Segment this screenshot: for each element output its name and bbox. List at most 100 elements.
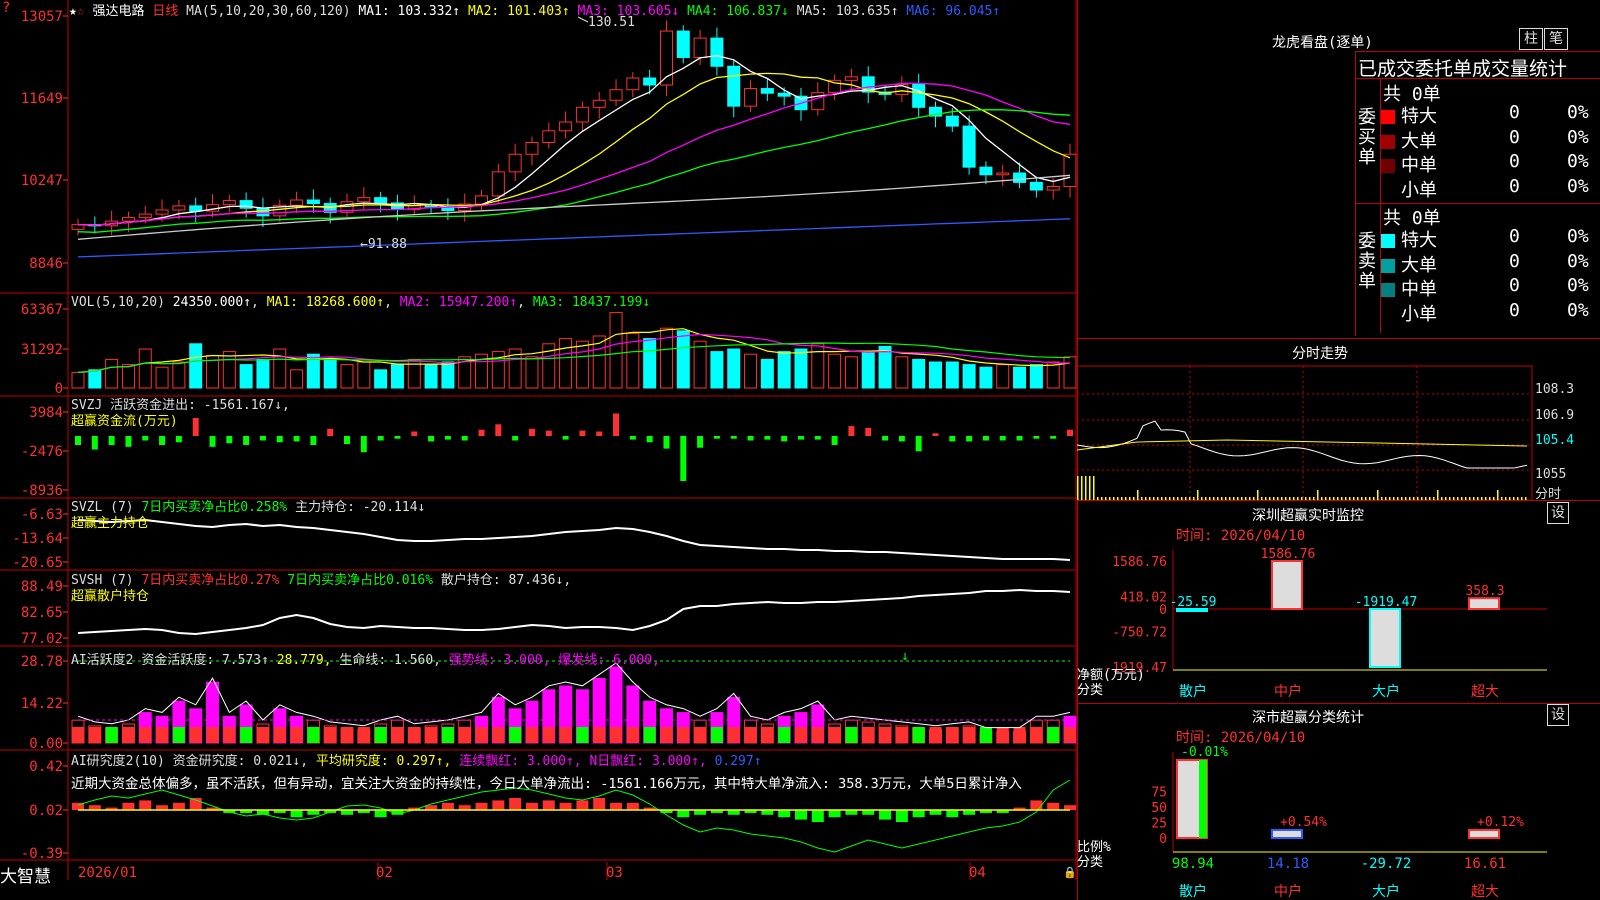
activity-base [509, 727, 522, 743]
candle [491, 171, 505, 197]
ma-spec: MA(5,10,20,30,60,120) [186, 4, 351, 19]
volume-bar [121, 364, 135, 389]
volume-bar [878, 345, 892, 389]
intraday-vol-bar [1497, 490, 1499, 500]
ai2-tick: 0.02 [29, 803, 63, 819]
research-bar [172, 802, 185, 810]
volume-bar [155, 366, 169, 389]
flow-bar [865, 427, 872, 436]
volume-bar [928, 361, 942, 389]
activity-base [979, 727, 992, 743]
class-top-label: +0.54% [1280, 815, 1327, 830]
order-count: 0 [1509, 151, 1520, 172]
activity-base [761, 727, 774, 743]
class-value-label: 14.18 [1267, 856, 1309, 872]
flow-bar [747, 436, 754, 441]
volume-bar [811, 343, 825, 389]
chart-area[interactable]: 13057 11649 10247 8846 63367 31292 0 3984 -2476 -… [0, 0, 1100, 900]
activity-base [156, 727, 169, 743]
intraday-vol-bar [1377, 490, 1379, 500]
candle [256, 207, 270, 217]
color-swatch-icon [1381, 258, 1395, 273]
ai2-legend: AI研究度2(10) 资金研究度: 0.021↓, 平均研究度: 0.297↑,… [71, 751, 1076, 795]
sz-class-settings-button[interactable]: 设 [1547, 704, 1569, 726]
dragon-title: 龙虎看盘(逐单) [1272, 35, 1373, 51]
ai2-tick: -0.39 [21, 846, 63, 862]
candle [592, 99, 606, 108]
svsh-tick: 82.65 [21, 605, 63, 621]
ma6-line [77, 218, 1071, 258]
flow-bar [243, 436, 250, 445]
svsh-tick: 77.02 [21, 631, 63, 647]
candle [727, 65, 741, 107]
ai2-tick: 0.42 [29, 759, 63, 775]
flow-bar [411, 431, 418, 436]
flow-bar [898, 436, 905, 442]
candle [357, 197, 371, 203]
activity-base [172, 727, 185, 743]
sz-class-chart[interactable]: 7550250 -0.01% 98.94 散户 +0.54% 14.18 中户 -29.72 大… [1077, 742, 1600, 900]
activity-base [879, 727, 892, 743]
sz-bar [1468, 597, 1500, 610]
candle [643, 77, 657, 86]
activity-base [139, 727, 152, 743]
brand-logo[interactable]: 大智慧 [0, 862, 51, 887]
order-row: 小单 0 0% [1381, 176, 1600, 202]
volume-bar [105, 358, 119, 389]
candle [121, 217, 135, 222]
activity-base [307, 727, 320, 743]
intraday-chart[interactable] [1077, 360, 1600, 500]
volume-bar [374, 369, 388, 389]
flow-bar [142, 436, 149, 441]
volume-bar [828, 353, 842, 389]
price-tick: 13057 [21, 9, 63, 25]
ai1-legend: AI活跃度2 资金活跃度: 7.573↑ 28.779, 生命线: 1.560,… [71, 653, 660, 668]
candle [979, 166, 993, 176]
activity-base [1064, 727, 1076, 743]
volume-bar [996, 364, 1010, 389]
period-label[interactable]: 日线 [152, 4, 178, 19]
buy-side-label: 委买单 [1358, 107, 1376, 168]
research-bar [1030, 800, 1043, 810]
volume-bar [256, 358, 270, 389]
intraday-vol-bar [1137, 490, 1139, 500]
flow-bar [596, 431, 603, 436]
x-label-feb: 02 [376, 865, 393, 881]
volume-bar [424, 364, 438, 389]
flow-bar [125, 436, 132, 447]
candle [542, 130, 556, 144]
activity-base [492, 727, 505, 743]
flow-bar [764, 436, 771, 440]
flow-bar [444, 436, 451, 440]
flow-bar [310, 436, 317, 445]
volume-bar [357, 361, 371, 389]
color-swatch-icon [1381, 283, 1395, 297]
sz-monitor-chart[interactable]: 1586.76418.020-750.72-1919.47-25.59散户158… [1077, 540, 1600, 705]
candle [575, 106, 589, 123]
order-pct: 0% [1567, 102, 1589, 123]
class-value-label: -29.72 [1361, 856, 1412, 872]
flow-bar [1033, 436, 1040, 439]
order-row: 大单 0 0% [1381, 251, 1600, 277]
class-y-tick: 25 [1151, 817, 1167, 832]
activity-base [206, 727, 219, 743]
bar-mode-button[interactable]: 柱 [1519, 28, 1543, 50]
volume-bar [643, 338, 657, 389]
favorite-icon[interactable]: ☆ [77, 4, 85, 19]
candle [290, 199, 304, 206]
lock-icon[interactable]: 🔒 [1063, 866, 1077, 879]
activity-base [273, 727, 286, 743]
intraday-vol-bar [1085, 476, 1087, 500]
sz-category: 散户 [1179, 683, 1207, 700]
sz-category: 中户 [1274, 683, 1302, 700]
flow-bar [159, 436, 166, 445]
activity-base [576, 727, 589, 743]
tick-mode-button[interactable]: 笔 [1544, 28, 1568, 50]
activity-base [694, 727, 707, 743]
star-icon[interactable]: ★ [69, 4, 77, 19]
order-label: 小单 [1401, 303, 1437, 325]
sz-monitor-settings-button[interactable]: 设 [1547, 502, 1569, 524]
activity-base [1047, 727, 1060, 743]
order-count: 0 [1509, 250, 1520, 272]
activity-base [845, 727, 858, 743]
